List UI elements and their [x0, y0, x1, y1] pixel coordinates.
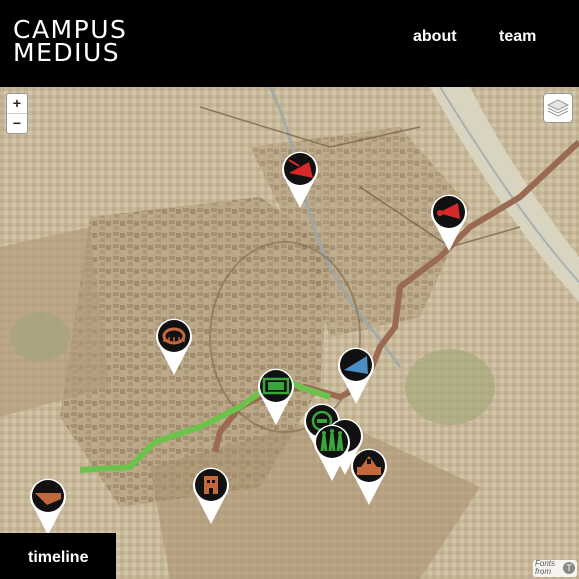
green-screen-icon	[258, 368, 294, 425]
nav-about[interactable]: about	[413, 28, 457, 46]
layers-icon	[546, 99, 570, 117]
green-crowd-icon	[314, 424, 350, 481]
typekit-logo-icon: T	[563, 562, 575, 574]
marker-orange-ramp[interactable]	[27, 475, 69, 537]
red-radar-icon	[282, 151, 318, 208]
stadium-icon	[156, 318, 192, 375]
timeline-label: timeline	[28, 549, 89, 566]
prater-park	[405, 349, 495, 425]
orange-monument-icon	[351, 448, 387, 505]
historic-map[interactable]	[0, 87, 579, 579]
logo-line-2: MEDIUS	[13, 38, 121, 67]
zoom-in-button[interactable]: +	[7, 94, 27, 114]
nav-team[interactable]: team	[499, 28, 536, 46]
marker-red-radar[interactable]	[279, 148, 321, 210]
marker-orange-building[interactable]	[190, 464, 232, 526]
zoom-out-button[interactable]: −	[7, 114, 27, 133]
marker-orange-monument[interactable]	[348, 445, 390, 507]
marker-blue-searchlight[interactable]	[335, 344, 377, 406]
marker-green-crowd[interactable]	[311, 421, 353, 483]
timeline-button[interactable]: timeline	[0, 533, 116, 579]
marker-green-screen[interactable]	[255, 365, 297, 427]
campus-medius-logo[interactable]: CAMPUS MEDIUS	[13, 17, 127, 67]
orange-building-icon	[193, 467, 229, 524]
header: CAMPUS MEDIUS about team	[0, 0, 579, 87]
orange-ramp-icon	[30, 478, 66, 535]
marker-red-megaphone[interactable]	[428, 191, 470, 253]
red-megaphone-icon	[431, 194, 467, 251]
zoom-control: + −	[6, 93, 28, 134]
layers-button[interactable]	[543, 93, 573, 123]
fonts-attribution[interactable]: Fonts from T	[533, 560, 577, 577]
marker-stadium[interactable]	[153, 315, 195, 377]
blue-searchlight-icon	[338, 347, 374, 404]
west-park	[10, 312, 70, 362]
